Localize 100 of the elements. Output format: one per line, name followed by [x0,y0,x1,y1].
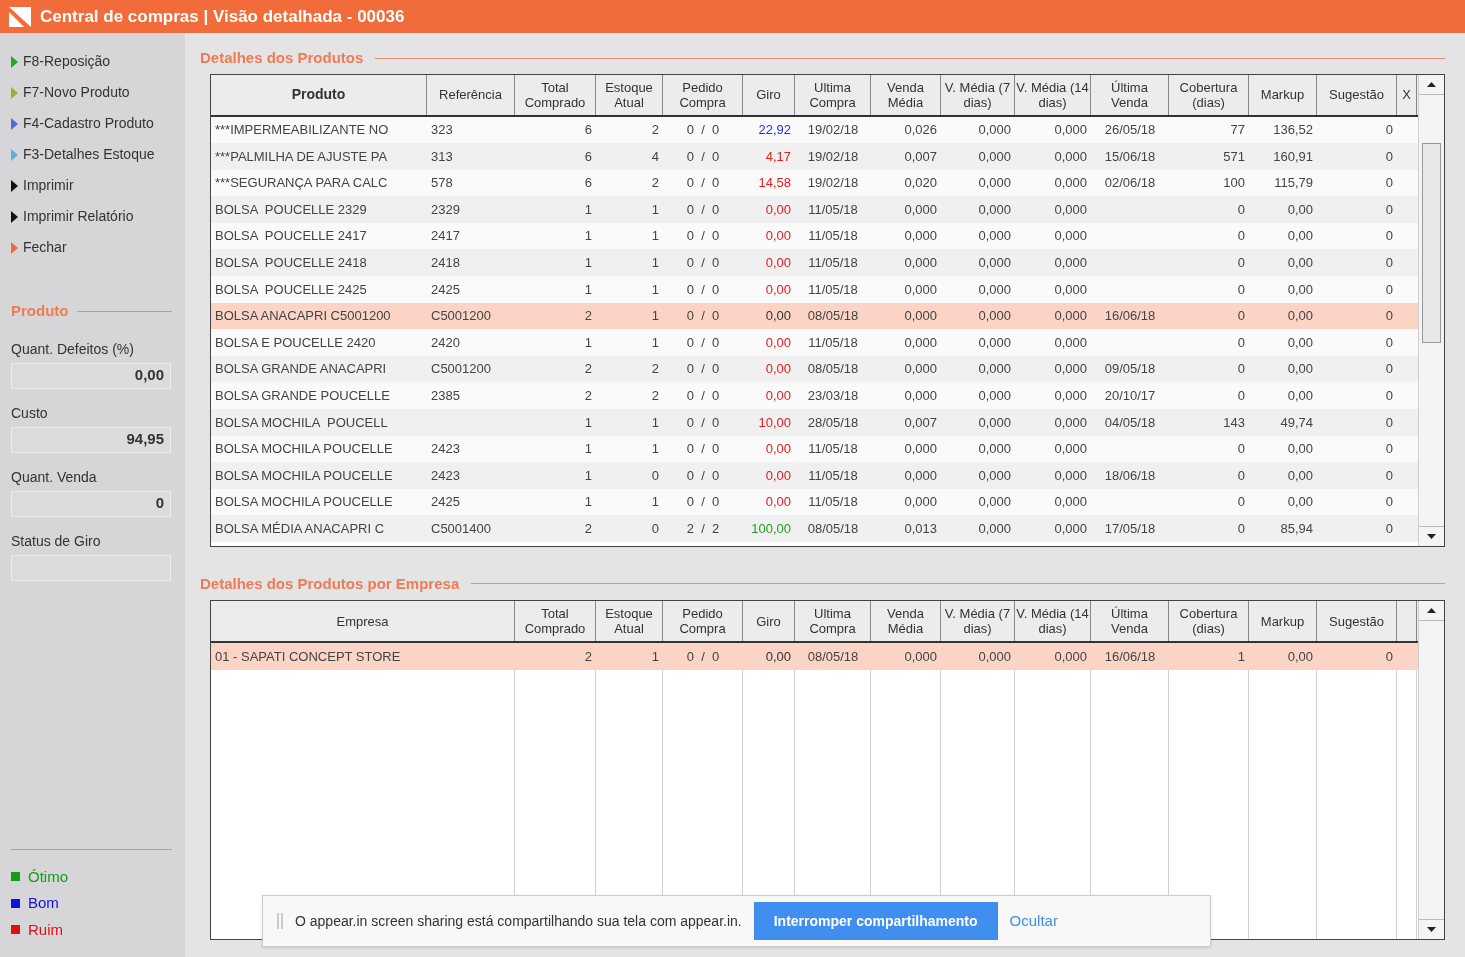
scrollbar[interactable] [1418,601,1444,939]
table-cell-text: 0 [1385,280,1393,299]
sidebar-action[interactable]: Imprimir [23,175,74,196]
column-header[interactable]: V. Média (7 dias) [941,606,1014,636]
table-cell-text: 10,00 [758,413,791,432]
column-header[interactable]: V. Média (14 dias) [1015,79,1090,110]
app-logo-icon [8,5,32,28]
table-cell-text: 0 / 0 [686,647,720,666]
column-header[interactable]: Total Comprado [515,606,595,636]
table-cell-text: 578 [431,174,453,193]
table-cell-text: 0,000 [978,519,1011,538]
table-row[interactable]: BOLSA POUCELLE 2418 2418 1 1 0 / 0 0,00 11/05/18 0,000 0,000 0,000 0 0,00 0 [211,249,1418,277]
sidebar-action[interactable]: F3-Detalhes Estoque [23,144,155,165]
column-header[interactable]: Giro [756,87,781,102]
column-header[interactable]: V. Média (7 dias) [941,79,1014,110]
column-header[interactable]: X [1402,87,1411,102]
table-cell-text: 0 [1237,466,1245,485]
table-row[interactable]: BOLSA GRANDE POUCELLE 2385 2 2 0 / 0 0,00 23/03/18 0,000 0,000 0,000 20/10/17 0 0,00 0 [211,382,1418,410]
column-header[interactable]: Markup [1260,613,1305,629]
table-cell-text: 0,000 [904,227,937,246]
table-cell-text: 0,000 [904,200,937,219]
table-cell-text: 16/06/18 [1104,307,1156,326]
column-header[interactable]: Pedido Compra [663,79,742,110]
table-cell-text: 1 [1237,647,1245,666]
column-header[interactable]: Empresa [336,613,389,629]
table-row[interactable]: ***PALMILHA DE AJUSTE PA 313 6 4 0 / 0 4,17 19/02/18 0,007 0,000 0,000 15/06/18 571 160,91 0 [211,143,1418,170]
table-cell-text: 0,000 [1054,280,1087,299]
column-header[interactable]: Produto [291,87,346,102]
table-cell-text: 0,000 [904,254,937,272]
table-cell-text: 6 [584,174,592,193]
table-cell-text: 1 [651,440,659,459]
column-header[interactable]: Markup [1260,87,1305,102]
scrollbar[interactable] [1418,74,1444,546]
table-row[interactable]: ***SEGURANÇA PARA CALC 578 6 2 0 / 0 14,58 19/02/18 0,020 0,000 0,000 02/06/18 100 115,79 0 [211,169,1418,197]
sidebar-action[interactable]: F8-Reposição [23,51,111,72]
sidebar-action[interactable]: F7-Novo Produto [23,82,130,103]
sidebar-action[interactable]: Fechar [23,237,67,258]
sidebar-action[interactable]: F4-Cadastro Produto [23,113,154,134]
column-header[interactable]: Venda Média [871,606,940,636]
column-header[interactable]: V. Média (14 dias) [1015,606,1090,636]
table-cell-text: 2 [584,360,592,379]
table-cell-text: 0 [1385,307,1393,326]
column-header[interactable]: Giro [756,613,781,629]
table-cell-text: 0,00 [1287,280,1313,299]
table-cell-text: 1 [584,254,592,272]
sidebar-action[interactable]: Imprimir Relatório [23,206,134,227]
table-cell-text: 0,000 [978,387,1011,405]
table-cell-text: 0,000 [1054,121,1087,140]
drag-handle-icon[interactable] [277,913,283,929]
table-row[interactable]: BOLSA MOCHILA POUCELLE 2425 1 1 0 / 0 0,00 11/05/18 0,000 0,000 0,000 0 0,00 0 [211,488,1418,516]
table-row[interactable]: BOLSA POUCELLE 2425 2425 1 1 0 / 0 0,00 11/05/18 0,000 0,000 0,000 0 0,00 0 [211,276,1418,303]
table-cell-text: 313 [431,147,453,166]
column-header[interactable]: Estoque Atual [596,79,662,110]
table-cell-text: ***IMPERMEABILIZANTE NO [215,121,389,140]
column-header[interactable]: Venda Média [871,79,940,110]
table-row[interactable]: 01 - SAPATI CONCEPT STORE 2 1 0 / 0 0,00 08/05/18 0,000 0,000 0,000 16/06/18 1 0,00 0 [211,643,1418,670]
table-cell-text: 0,000 [1054,466,1087,485]
column-header[interactable]: Ultima Compra [795,606,870,636]
table-cell-text: 143 [1223,413,1245,432]
column-header[interactable]: Estoque Atual [596,606,662,636]
column-header[interactable]: Última Venda [1091,606,1168,636]
table-cell-text: BOLSA MOCHILA POUCELL [215,413,388,432]
readonly-field[interactable]: 94,95 [11,426,171,453]
table-cell-text: 22,92 [758,121,791,140]
table-row[interactable]: BOLSA MÉDIA ANACAPRI C C5001400 2 0 2 / 2 100,00 08/05/18 0,013 0,000 0,000 17/05/18 0 85,94 0 [211,515,1418,542]
readonly-field[interactable]: 0 [11,490,171,517]
table-cell-text: 0,000 [904,333,937,352]
table-cell-text: 2418 [431,254,460,272]
column-header[interactable]: Sugestão [1329,613,1384,629]
table-cell-text: 0 [1385,174,1393,193]
table-cell-text: 0 / 0 [686,333,720,352]
table-row[interactable]: BOLSA ANACAPRI C5001200 C5001200 2 1 0 / 0 0,00 08/05/18 0,000 0,000 0,000 16/06/18 0 0,00 0 [211,302,1418,330]
table-row[interactable]: BOLSA MOCHILA POUCELLE 2423 1 1 0 / 0 0,00 11/05/18 0,000 0,000 0,000 0 0,00 0 [211,435,1418,463]
table-cell-text: 100 [1223,174,1245,193]
table-cell-text: 0 [1237,493,1245,512]
column-header[interactable]: Ultima Compra [795,79,870,110]
table-row[interactable]: BOLSA POUCELLE 2329 2329 1 1 0 / 0 0,00 11/05/18 0,000 0,000 0,000 0 0,00 0 [211,196,1418,223]
table-row[interactable]: ***IMPERMEABILIZANTE NO 323 6 2 0 / 0 22,92 19/02/18 0,026 0,000 0,000 26/05/18 77 136,52 0 [211,116,1418,144]
table-cell-text: 09/05/18 [1104,360,1156,379]
table-cell-text: BOLSA MÉDIA ANACAPRI C [215,519,385,538]
column-header[interactable]: Cobertura (dias) [1169,606,1248,636]
table-cell-text: 2 [651,174,659,193]
column-header[interactable]: Cobertura (dias) [1169,79,1248,110]
table-cell-text: 85,94 [1280,519,1313,538]
table-row[interactable]: BOLSA MOCHILA POUCELLE 2423 1 0 0 / 0 0,00 11/05/18 0,000 0,000 0,000 18/06/18 0 0,00 0 [211,462,1418,489]
table-cell-text: 0,00 [1287,647,1313,666]
scrollbar-thumb[interactable] [1422,142,1441,343]
table-cell-text: 6 [584,147,592,166]
table-row[interactable]: BOLSA GRANDE ANACAPRI C5001200 2 2 0 / 0 0,00 08/05/18 0,000 0,000 0,000 09/05/18 0 0,00 0 [211,355,1418,383]
column-header[interactable]: Sugestão [1329,87,1384,102]
table-cell-text: 0 / 0 [686,121,720,140]
table-row[interactable]: BOLSA MOCHILA POUCELL 1 1 0 / 0 10,00 28/05/18 0,007 0,000 0,000 04/05/18 143 49,74 0 [211,409,1418,436]
column-header[interactable]: Pedido Compra [663,606,742,636]
table-row[interactable]: BOLSA POUCELLE 2417 2417 1 1 0 / 0 0,00 11/05/18 0,000 0,000 0,000 0 0,00 0 [211,222,1418,250]
table-cell-text: 0,000 [978,413,1011,432]
column-header[interactable]: Última Venda [1091,79,1168,110]
table-row[interactable]: BOLSA E POUCELLE 2420 2420 1 1 0 / 0 0,00 11/05/18 0,000 0,000 0,000 0 0,00 0 [211,329,1418,356]
readonly-field[interactable]: 0,00 [11,362,171,389]
column-header[interactable]: Referência [439,87,502,102]
column-header[interactable]: Total Comprado [515,79,595,110]
